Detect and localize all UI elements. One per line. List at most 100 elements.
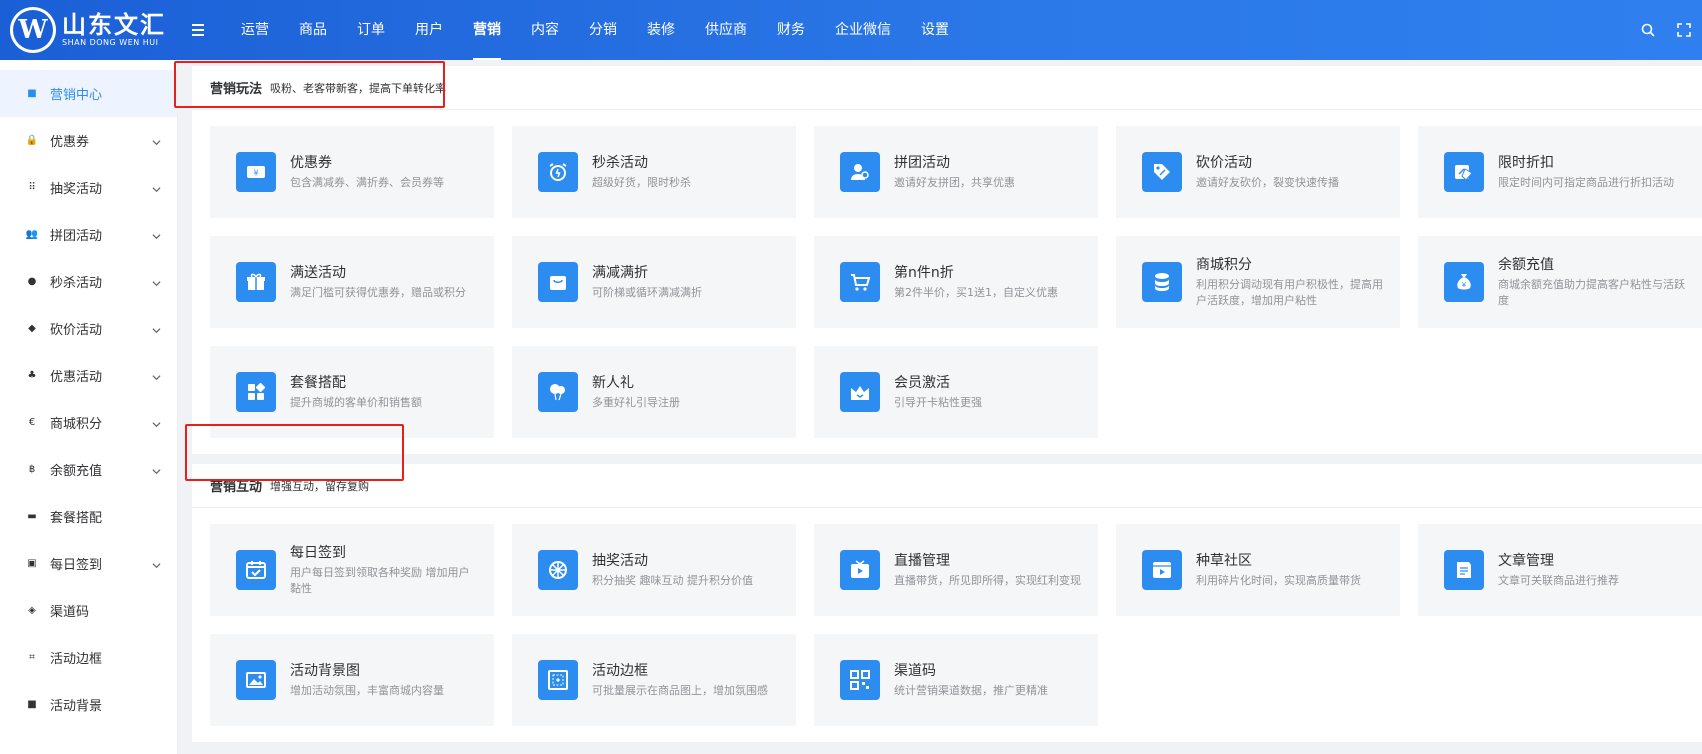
card-description: 超级好货，限时秒杀	[592, 176, 691, 189]
card-description: 文章可关联商品进行推荐	[1498, 574, 1619, 587]
card-title: 拼团活动	[894, 155, 950, 171]
card-title: 会员激活	[894, 375, 950, 391]
sidebar-item[interactable]: ฿ 余额充值	[0, 446, 177, 493]
main-content: 营销玩法 吸粉、老客带新客，提高下单转化率 ¥ 优惠券 包含满减券、满折券、会员券等 秒杀…	[192, 66, 1702, 754]
feature-card[interactable]: 活动背景图 增加活动氛围，丰富商城内容量	[210, 634, 494, 726]
card-description: 直播带货，所见即所得，实现红利变现	[894, 574, 1081, 587]
feature-card[interactable]: 满送活动 满足门槛可获得优惠券，赠品或积分	[210, 236, 494, 328]
chevron-down-icon	[152, 324, 161, 339]
feature-card[interactable]: 种草社区利用碎片化时间，实现高质量带货	[1116, 524, 1400, 616]
logo[interactable]: W 山东文汇 SHAN DONG WEN HUI	[0, 0, 180, 60]
feature-card[interactable]: 第n件n折 第2件半价，买1送1，自定义优惠	[814, 236, 1098, 328]
logo-name-en: SHAN DONG WEN HUI	[62, 38, 159, 47]
nav-item[interactable]: 装修	[632, 0, 690, 60]
card-description: 利用碎片化时间，实现高质量带货	[1196, 574, 1361, 587]
card-description: 统计营销渠道数据，推广更精准	[894, 684, 1048, 697]
sidebar-item-label: 活动边框	[50, 652, 103, 667]
nav-item[interactable]: 订单	[342, 0, 400, 60]
card-description: 满足门槛可获得优惠券，赠品或积分	[290, 286, 466, 299]
sidebar-item-label: 活动背景	[50, 699, 103, 714]
chevron-down-icon	[152, 418, 161, 433]
feature-card[interactable]: 渠道码 统计营销渠道数据，推广更精准	[814, 634, 1098, 726]
card-title: 活动边框	[592, 663, 648, 679]
chevron-down-icon	[152, 371, 161, 386]
nav-item[interactable]: 内容	[516, 0, 574, 60]
menu-toggle-icon[interactable]	[192, 24, 212, 36]
price-tag-icon	[1142, 152, 1182, 192]
square-icon: ■	[27, 88, 37, 99]
feature-card[interactable]: 拼团活动 邀请好友拼团，共享优惠	[814, 126, 1098, 218]
users-icon	[840, 152, 880, 192]
cup-icon: ▬	[27, 511, 37, 522]
feature-card[interactable]: 秒杀活动 超级好货，限时秒杀	[512, 126, 796, 218]
document-icon	[1444, 550, 1484, 590]
card-description: 包含满减券、满折券、会员券等	[290, 176, 444, 189]
sidebar-item-label: 优惠券	[50, 135, 90, 150]
card-title: 商城积分	[1196, 257, 1252, 273]
sidebar-item-label: 商城积分	[50, 417, 103, 432]
sidebar-item[interactable]: ⠿ 抽奖活动	[0, 164, 177, 211]
sidebar-item-label: 营销中心	[50, 88, 103, 103]
feature-card[interactable]: 文章管理 文章可关联商品进行推荐	[1418, 524, 1702, 616]
feature-card[interactable]: 商城积分利用积分调动现有用户积极性，提高用户活跃度，增加用户粘性	[1116, 236, 1400, 328]
sidebar-item-label: 秒杀活动	[50, 276, 103, 291]
card-description: 第2件半价，买1送1，自定义优惠	[894, 286, 1058, 299]
feature-card[interactable]: 活动边框 可批量展示在商品图上，增加氛围感	[512, 634, 796, 726]
euro-icon: €	[28, 417, 36, 428]
sidebar-item[interactable]: ■ 活动背景	[0, 681, 177, 728]
nav-item[interactable]: 运营	[226, 0, 284, 60]
sidebar-item[interactable]: ● 秒杀活动	[0, 258, 177, 305]
tv-play-icon	[840, 550, 880, 590]
nav-item[interactable]: 用户	[400, 0, 458, 60]
feature-card[interactable]: 直播管理 直播带货，所见即所得，实现红利变现	[814, 524, 1098, 616]
feature-card[interactable]: 限时折扣 限定时间内可指定商品进行折扣活动	[1418, 126, 1702, 218]
sidebar-item[interactable]: ▣ 每日签到	[0, 540, 177, 587]
nav-item[interactable]: 供应商	[690, 0, 762, 60]
sidebar: ■ 营销中心 🔒 优惠券 ⠿ 抽奖活动 👥 拼团活动 ● 秒杀活动 ◆ 砍价活动 ♣ 优惠活动 € 商城积分 ฿…	[0, 60, 178, 754]
nav-item[interactable]: 分销	[574, 0, 632, 60]
chevron-down-icon	[152, 559, 161, 574]
calendar-check-icon	[236, 550, 276, 590]
lock-icon: 🔒	[25, 135, 39, 146]
discount-tag-icon	[1444, 152, 1484, 192]
sidebar-item[interactable]: ▬ 套餐搭配	[0, 493, 177, 540]
search-icon[interactable]	[1630, 0, 1666, 60]
card-title: 砍价活动	[1196, 155, 1252, 171]
card-description: 利用积分调动现有用户积极性，提高用户活跃度，增加用户粘性	[1196, 278, 1383, 307]
card-grid: 每日签到 用户每日签到领取各种奖励 增加用户黏性 抽奖活动 积分抽奖 趣味互动 提升积…	[192, 508, 1702, 742]
nav-item[interactable]: 商品	[284, 0, 342, 60]
card-grid: ¥ 优惠券 包含满减券、满折券、会员券等 秒杀活动 超级好货，限时秒杀 拼团活动 邀请好友拼…	[192, 110, 1702, 454]
card-title: 每日签到	[290, 545, 346, 561]
logo-mark-letter: W	[13, 10, 53, 50]
nav-item[interactable]: 企业微信	[820, 0, 906, 60]
crown-icon	[840, 372, 880, 412]
feature-card[interactable]: 每日签到 用户每日签到领取各种奖励 增加用户黏性	[210, 524, 494, 616]
feature-card[interactable]: 会员激活 引导开卡粘性更强	[814, 346, 1098, 438]
tag-icon: ◆	[28, 323, 36, 334]
feature-card[interactable]: 抽奖活动 积分抽奖 趣味互动 提升积分价值	[512, 524, 796, 616]
card-title: 抽奖活动	[592, 553, 648, 569]
sidebar-item[interactable]: ◆ 砍价活动	[0, 305, 177, 352]
nav-item[interactable]: 设置	[906, 0, 964, 60]
sidebar-item[interactable]: ♣ 优惠活动	[0, 352, 177, 399]
sidebar-item[interactable]: 👥 拼团活动	[0, 211, 177, 258]
sidebar-item[interactable]: € 商城积分	[0, 399, 177, 446]
feature-card[interactable]: ¥ 优惠券 包含满减券、满折券、会员券等	[210, 126, 494, 218]
sidebar-item[interactable]: ⌗ 活动边框	[0, 634, 177, 681]
fullscreen-icon[interactable]	[1666, 0, 1702, 60]
nav-item[interactable]: 营销	[458, 0, 516, 60]
feature-card[interactable]: 砍价活动 邀请好友砍价，裂变快速传播	[1116, 126, 1400, 218]
chevron-down-icon	[152, 230, 161, 245]
card-title: 种草社区	[1196, 553, 1252, 569]
sidebar-item[interactable]: ◈ 渠道码	[0, 587, 177, 634]
sidebar-item-label: 抽奖活动	[50, 182, 103, 197]
nav-item[interactable]: 财务	[762, 0, 820, 60]
square-icon: ■	[27, 699, 37, 710]
sidebar-item[interactable]: 🔒 优惠券	[0, 117, 177, 164]
sidebar-item[interactable]: ■ 营销中心	[0, 70, 177, 117]
feature-card[interactable]: ¥ 余额充值 商城余额充值助力提高客户粘性与活跃度	[1418, 236, 1702, 328]
video-icon	[1142, 550, 1182, 590]
feature-card[interactable]: 满减满折 可阶梯或循环满减满折	[512, 236, 796, 328]
balloon-icon	[538, 372, 578, 412]
feature-card[interactable]: 新人礼 多重好礼引导注册	[512, 346, 796, 438]
